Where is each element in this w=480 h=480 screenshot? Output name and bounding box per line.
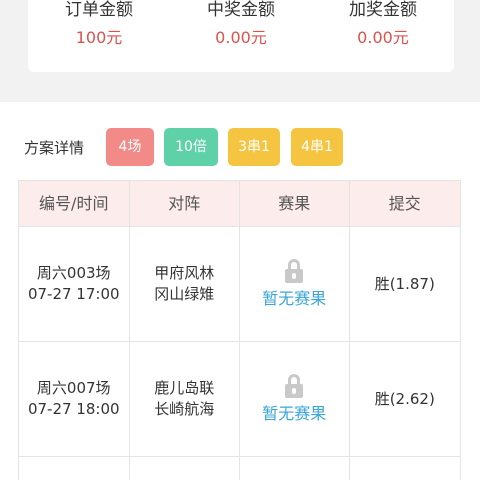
cell-empty [19,457,130,480]
table-header: 编号/时间 对阵 赛果 提交 [19,181,460,227]
bonus-amount-value: 0.00元 [357,28,409,47]
match-id: 周六003场 [36,264,111,282]
section-gap [0,72,480,102]
cell-pick: 胜(2.62) [350,342,461,456]
away-team: 冈山绿雉 [154,285,215,303]
win-amount-value: 0.00元 [215,28,267,47]
bonus-amount-label: 加奖金额 [349,0,417,20]
cell-result[interactable]: 暂无赛果 [240,227,350,341]
lock-icon [283,259,305,283]
tag-multiplier: 10倍 [164,128,218,166]
plan-tags-row: 方案详情 4场 10倍 3串1 4串1 [0,128,480,168]
cell-empty [350,457,461,480]
table-row: 周六007场 07-27 18:00 鹿儿岛联 长崎航海 暂无赛果 胜(2.62… [19,342,460,457]
result-status[interactable]: 暂无赛果 [262,289,326,309]
header-pick: 提交 [388,194,421,213]
matches-table: 编号/时间 对阵 赛果 提交 周六003场 07-27 17:00 甲府风林 冈… [18,180,461,480]
amount-summary-card: 订单金额 100元 中奖金额 0.00元 加奖金额 0.00元 [28,0,454,72]
away-team: 长崎航海 [154,400,215,418]
cell-pick: 胜(1.87) [350,227,461,341]
header-result: 赛果 [240,181,350,226]
cell-matchup: 甲府风林 冈山绿雉 [130,227,240,341]
table-row-partial [19,457,460,480]
home-team: 甲府风林 [154,264,215,282]
match-time: 07-27 18:00 [27,400,120,418]
cell-id-time: 周六003场 07-27 17:00 [19,227,130,341]
plan-details-section: 方案详情 4场 10倍 3串1 4串1 编号/时间 对阵 赛果 提交 周六003… [0,102,480,480]
plan-details-title: 方案详情 [24,139,85,157]
order-amount-label: 订单金额 [65,0,133,20]
cell-id-time: 周六007场 07-27 18:00 [19,342,130,456]
win-amount: 中奖金额 0.00元 [170,0,312,72]
cell-empty [240,457,350,480]
tag-match-count: 4场 [106,128,154,166]
match-time: 07-27 17:00 [27,285,120,303]
win-amount-label: 中奖金额 [207,0,275,20]
order-amount-value: 100元 [75,28,123,47]
cell-matchup: 鹿儿岛联 长崎航海 [130,342,240,456]
home-team: 鹿儿岛联 [154,379,215,397]
lock-icon [283,374,305,398]
match-id: 周六007场 [36,379,111,397]
header-matchup: 对阵 [130,181,240,226]
bonus-amount: 加奖金额 0.00元 [312,0,454,72]
cell-empty [130,457,240,480]
tag-parlay-3x1: 3串1 [228,128,280,166]
header-id-time: 编号/时间 [19,181,130,226]
order-amount: 订单金额 100元 [28,0,170,72]
table-row: 周六003场 07-27 17:00 甲府风林 冈山绿雉 暂无赛果 胜(1.87… [19,227,460,342]
cell-result[interactable]: 暂无赛果 [240,342,350,456]
tag-parlay-4x1: 4串1 [291,128,343,166]
pick-value: 胜(2.62) [374,389,435,408]
result-status[interactable]: 暂无赛果 [262,404,326,424]
pick-value: 胜(1.87) [374,274,435,293]
